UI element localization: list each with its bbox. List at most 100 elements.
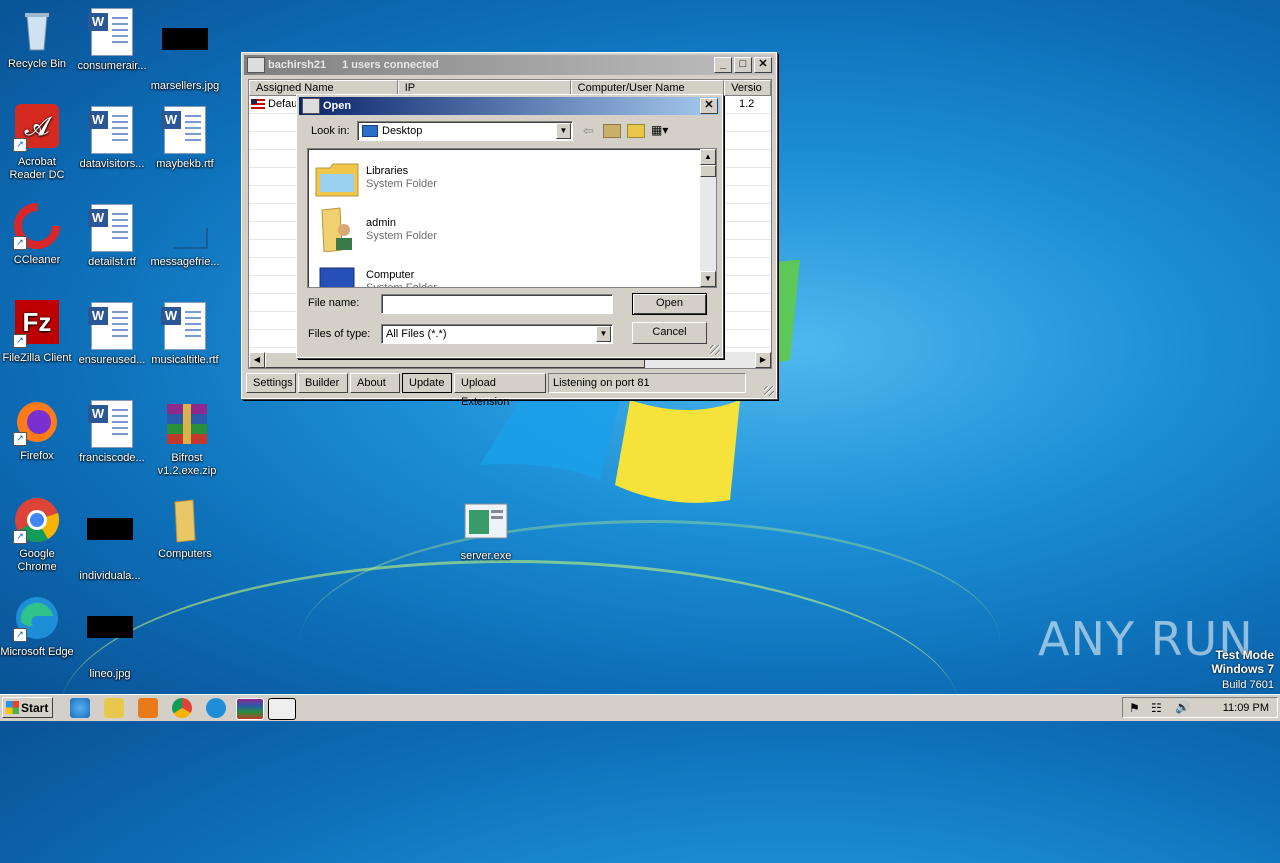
file-list[interactable]: Libraries System Folder admin System Folde… [307,148,717,288]
cancel-button[interactable]: Cancel [632,322,707,344]
icon-label: marsellers.jpg [150,80,220,92]
files-of-type-dropdown[interactable]: All Files (*.*) ▼ [381,324,613,344]
scroll-down-arrow-icon[interactable]: ▼ [700,271,716,287]
start-button[interactable]: Start [2,697,53,718]
desktop-icon-computers[interactable]: Computers [148,496,222,561]
about-button[interactable]: About [350,373,400,393]
word-document-icon: W [161,302,209,350]
ccleaner-icon: ↗ [13,202,61,250]
close-button[interactable]: ✕ [754,57,772,73]
desktop-icon-musicaltitle[interactable]: W musicaltitle.rtf [148,302,222,367]
files-of-type-value: All Files (*.*) [386,328,447,340]
desktop-icon-chrome[interactable]: ↗ Google Chrome [0,496,74,574]
builder-button[interactable]: Builder [298,373,348,393]
desktop-icon-acrobat[interactable]: 𝓐 ↗ Acrobat Reader DC [0,104,74,182]
file-name-label: File name: [308,297,360,309]
desktop-icon-datavisitors[interactable]: W datavisitors... [75,106,149,171]
bifrost-taskbar-icon[interactable] [268,698,296,720]
file-name-input[interactable] [381,294,613,314]
scroll-right-arrow-icon[interactable]: ▶ [755,352,771,368]
icon-label: Firefox [20,450,54,462]
scroll-up-arrow-icon[interactable]: ▲ [700,149,716,165]
view-menu-icon[interactable]: ▦▾ [651,123,673,137]
look-in-dropdown[interactable]: Desktop ▼ [357,121,573,141]
clock[interactable]: 11:09 PM [1223,702,1269,714]
vertical-scrollbar[interactable]: ▲ ▼ [700,149,716,287]
dialog-app-icon [302,98,320,114]
dialog-titlebar[interactable]: Open ✕ [299,97,720,115]
blank-file-icon [161,204,209,252]
new-folder-icon[interactable] [627,124,645,138]
internet-explorer-icon[interactable] [70,698,90,718]
desktop-icon-consumerair[interactable]: W consumerair... [75,8,149,73]
chevron-down-icon[interactable]: ▼ [596,326,611,342]
icon-label: messagefrie... [150,256,220,268]
list-item[interactable]: Computer System Folder [314,257,437,287]
desktop-icon-edge[interactable]: ↗ Microsoft Edge [0,594,74,659]
list-item[interactable]: admin System Folder [314,205,437,253]
windows-logo-icon [6,701,19,714]
desktop-icon-ccleaner[interactable]: ↗ CCleaner [0,202,74,267]
window-titlebar[interactable]: bachirsh21 1 users connected _ □ ✕ [244,55,774,75]
dialog-close-button[interactable]: ✕ [700,98,718,114]
word-document-icon: W [88,400,136,448]
explorer-folder-icon[interactable] [104,698,124,718]
desktop-icon-messagefrie[interactable]: messagefrie... [148,204,222,269]
list-item[interactable]: Libraries System Folder [314,153,437,201]
desktop-icon-server-exe[interactable]: server.exe [449,498,523,563]
up-folder-icon[interactable] [603,124,621,138]
icon-label: ensureused... [78,354,146,366]
settings-button[interactable]: Settings [246,373,296,393]
media-player-icon[interactable] [138,698,158,718]
desktop-icon-firefox[interactable]: ↗ Firefox [0,398,74,463]
desktop-icon-recycle-bin[interactable]: Recycle Bin [0,6,74,71]
word-document-icon: W [88,106,136,154]
back-arrow-icon[interactable]: ⇦ [583,123,594,139]
shortcut-arrow-icon: ↗ [13,530,27,544]
action-center-flag-icon[interactable]: ⚑ [1129,701,1140,715]
shortcut-arrow-icon: ↗ [13,138,27,152]
edge-icon: ↗ [13,594,61,642]
edge-taskbar-icon[interactable] [206,698,226,718]
desktop-icon-bifrost[interactable]: Bifrost v1.2.exe.zip [150,400,224,478]
desktop-icon-detailst[interactable]: W detailst.rtf [75,204,149,269]
scroll-left-arrow-icon[interactable]: ◀ [249,352,265,368]
update-button[interactable]: Update [402,373,452,393]
test-mode-text: Test Mode [1215,648,1274,662]
winrar-taskbar-icon[interactable] [236,698,264,720]
desktop-icon-marsellers[interactable]: marsellers.jpg [148,6,222,93]
desktop-icon-individuala[interactable]: individuala... [73,498,147,583]
chrome-taskbar-icon[interactable] [172,698,192,718]
desktop-icon-lineo[interactable]: lineo.jpg [73,596,147,681]
minimize-button[interactable]: _ [714,57,732,73]
windows-version-text: Windows 7 [1211,662,1274,676]
desktop-icon-ensureused[interactable]: W ensureused... [75,302,149,367]
dialog-resize-grip-icon[interactable] [710,345,720,355]
taskbar: Start ⚑ ☷ 🔊 11:09 PM [0,694,1280,721]
word-document-icon: W [88,204,136,252]
icon-label: lineo.jpg [89,668,131,680]
window-title: bachirsh21 [268,59,327,71]
volume-icon[interactable]: 🔊 [1175,700,1190,714]
file-type: System Folder [366,177,437,190]
icon-label: franciscode... [79,452,145,464]
desktop-icon-filezilla[interactable]: Fz ↗ FileZilla Client [0,300,74,365]
user-folder-icon [314,206,360,253]
maximize-button[interactable]: □ [734,57,752,73]
chrome-icon: ↗ [13,496,61,544]
column-version[interactable]: Versio [724,80,771,96]
desktop-icon-franciscode[interactable]: W franciscode... [75,400,149,465]
resize-grip-icon[interactable] [764,386,774,396]
build-number-text: Build 7601 [1222,679,1274,691]
word-document-icon: W [161,106,209,154]
image-thumbnail-icon [86,616,134,664]
upload-extension-button[interactable]: Upload Extension [454,373,546,408]
table-row[interactable]: Defau [251,98,297,110]
chevron-down-icon[interactable]: ▼ [556,123,571,139]
open-file-dialog[interactable]: Open ✕ Look in: Desktop ▼ ⇦ ▦▾ Libraries… [296,94,723,358]
network-icon[interactable]: ☷ [1151,701,1162,715]
desktop-icon-maybekb[interactable]: W maybekb.rtf [148,106,222,171]
image-thumbnail-icon [86,518,134,566]
scroll-thumb[interactable] [700,165,716,177]
open-button[interactable]: Open [632,293,707,315]
